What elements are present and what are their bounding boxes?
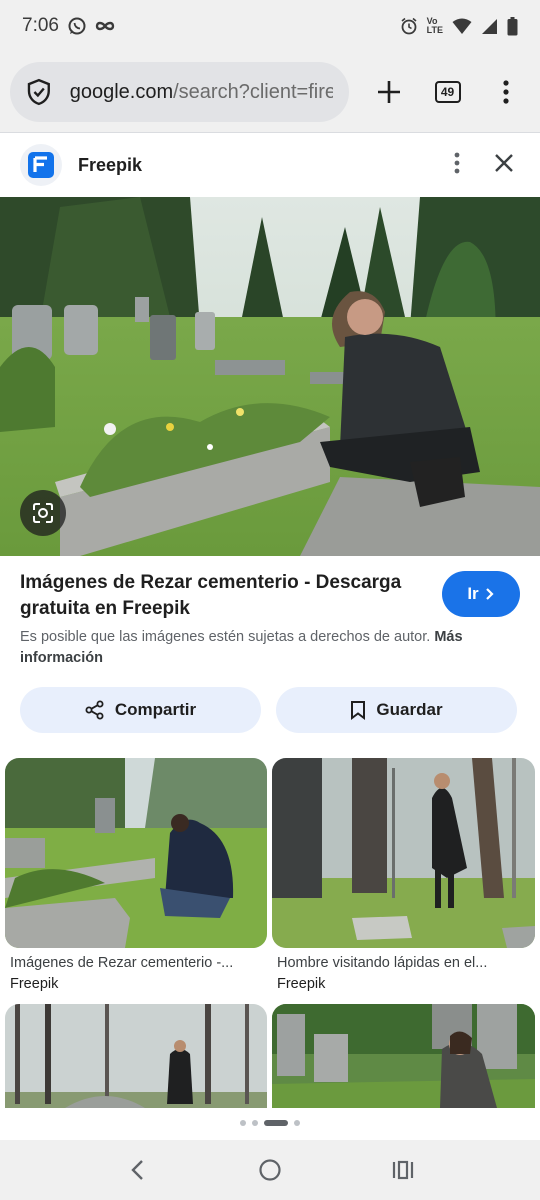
nav-recents-button[interactable] — [373, 1145, 433, 1195]
page-dot — [294, 1120, 300, 1126]
related-title[interactable]: Imágenes de Rezar cementerio -... — [10, 955, 233, 971]
system-nav-bar — [0, 1140, 540, 1200]
address-bar[interactable]: google.com/search?client=fire — [10, 62, 350, 122]
close-button[interactable] — [488, 147, 520, 184]
related-photo — [272, 1004, 535, 1108]
recents-icon — [393, 1160, 414, 1180]
whatsapp-icon — [68, 17, 86, 35]
share-label: Compartir — [114, 700, 197, 719]
lens-icon — [33, 503, 53, 523]
share-icon — [85, 700, 104, 720]
signal-icon — [482, 18, 497, 34]
related-source: Freepik — [277, 976, 326, 992]
tab-switcher-button[interactable]: 49 — [423, 67, 471, 117]
browser-menu-button[interactable] — [482, 67, 530, 117]
preview-image[interactable] — [0, 197, 540, 556]
status-time: 7:06 — [22, 15, 59, 36]
related-image[interactable] — [5, 758, 267, 948]
source-name: Freepik — [78, 154, 143, 175]
related-source: Freepik — [10, 976, 59, 992]
infinity-icon — [95, 21, 115, 31]
shield-icon[interactable] — [26, 78, 52, 106]
volte-icon: Vo LTE — [427, 17, 443, 35]
page-indicator — [0, 1120, 540, 1126]
url-text[interactable]: google.com/search?client=fire — [70, 81, 333, 104]
browser-toolbar: google.com/search?client=fire 49 — [0, 52, 540, 132]
related-photo — [5, 758, 267, 948]
visit-button[interactable]: Ir — [442, 571, 520, 617]
new-tab-button[interactable] — [365, 67, 413, 117]
chevron-right-icon — [485, 588, 494, 600]
related-photo — [5, 1004, 267, 1108]
volte-bottom: LTE — [426, 25, 443, 35]
related-title[interactable]: Hombre visitando lápidas en el... — [277, 955, 487, 971]
url-path: /search?client=fire — [173, 80, 334, 103]
battery-icon — [507, 16, 518, 35]
nav-home-button[interactable] — [240, 1145, 300, 1195]
more-vert-icon — [503, 80, 509, 104]
visit-label: Ir — [467, 584, 479, 603]
page-dot — [240, 1120, 246, 1126]
related-photo — [272, 758, 535, 948]
alarm-icon — [401, 17, 417, 35]
related-image[interactable] — [272, 758, 535, 948]
home-icon — [259, 1159, 281, 1181]
lens-search-button[interactable] — [20, 490, 66, 536]
back-icon — [130, 1160, 143, 1180]
page-dot — [252, 1120, 258, 1126]
related-image[interactable] — [272, 1004, 535, 1108]
plus-icon — [378, 81, 401, 103]
close-icon — [495, 153, 513, 172]
copyright-text: Es posible que las imágenes estén sujeta… — [20, 629, 431, 645]
source-header: Freepik — [0, 133, 540, 197]
cemetery-photo — [0, 197, 540, 556]
url-domain: google.com — [69, 80, 174, 103]
nav-back-button[interactable] — [107, 1145, 167, 1195]
share-button[interactable]: Compartir — [20, 687, 261, 733]
wifi-icon — [452, 18, 472, 34]
result-title[interactable]: Imágenes de Rezar cementerio - Descarga … — [20, 570, 430, 622]
copyright-notice: Es posible que las imágenes estén sujeta… — [20, 627, 520, 669]
result-title-block: Imágenes de Rezar cementerio - Descarga … — [20, 570, 430, 622]
page-dot-active — [264, 1120, 288, 1126]
save-label: Guardar — [376, 700, 443, 719]
source-menu-button[interactable] — [448, 146, 466, 185]
status-bar: 7:06 Vo LTE — [0, 0, 540, 52]
bookmark-icon — [351, 701, 366, 720]
related-image[interactable] — [5, 1004, 267, 1108]
more-vert-icon — [454, 152, 460, 173]
freepik-logo — [20, 144, 62, 186]
tab-count: 49 — [434, 81, 461, 103]
save-button[interactable]: Guardar — [276, 687, 517, 733]
